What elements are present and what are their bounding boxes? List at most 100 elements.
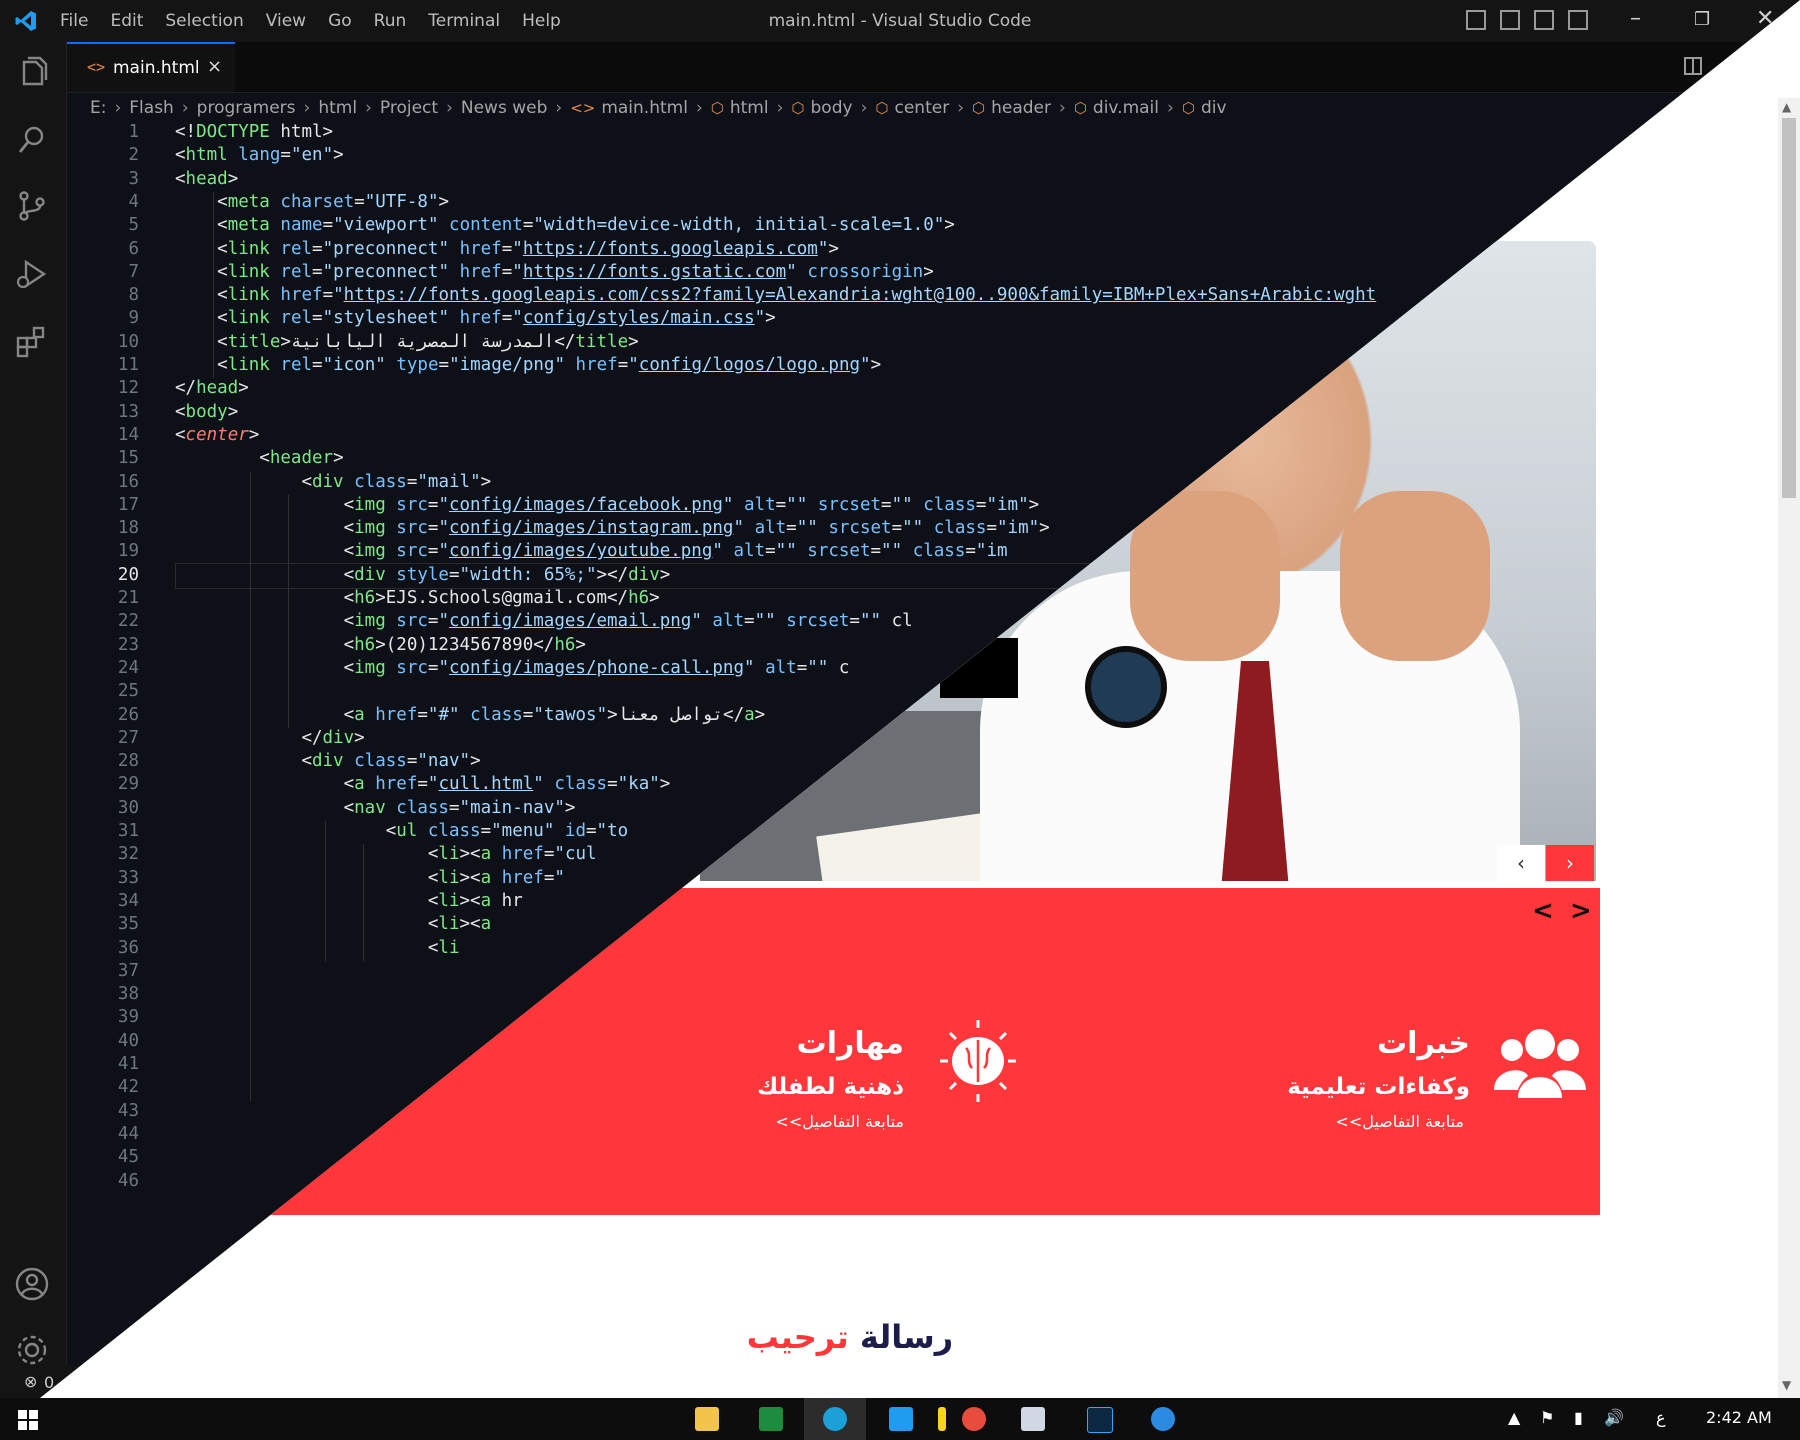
taskbar-sticky-notes[interactable]	[938, 1398, 1000, 1440]
feature-1-link[interactable]: متابعة التفاصيل>>	[1335, 1112, 1464, 1131]
run-debug-icon[interactable]	[14, 256, 50, 292]
code-line[interactable]: <img src="config/images/instagram.png" a…	[175, 518, 1050, 538]
code-line[interactable]: <body>	[175, 402, 238, 422]
toggle-panel-icon[interactable]	[1500, 10, 1520, 30]
breadcrumb-item[interactable]: header	[991, 98, 1051, 118]
breadcrumb-item[interactable]: div	[1201, 98, 1227, 118]
page-scrollbar[interactable]: ▲ ▼	[1778, 98, 1800, 1398]
hero-prev-button[interactable]: ‹	[1497, 845, 1545, 881]
menu-help[interactable]: Help	[522, 11, 561, 31]
start-windows-icon[interactable]	[18, 1410, 38, 1430]
code-line[interactable]: <link rel="icon" type="image/png" href="…	[175, 355, 881, 375]
code-line[interactable]: </div>	[175, 728, 364, 748]
code-line[interactable]: <!DOCTYPE html>	[175, 122, 333, 142]
breadcrumb-item[interactable]: programers	[197, 98, 296, 118]
code-line[interactable]: <li><a hr	[175, 891, 523, 911]
taskbar-photoshop[interactable]	[1068, 1398, 1130, 1440]
feature-2-link[interactable]: متابعة التفاصيل>>	[775, 1112, 904, 1131]
breadcrumb-item[interactable]: main.html	[601, 98, 688, 118]
input-language[interactable]: ع	[1656, 1408, 1666, 1427]
volume-icon[interactable]: 🔊	[1604, 1408, 1624, 1427]
layout-controls	[1466, 10, 1588, 30]
features-next-button[interactable]: >	[1570, 896, 1592, 926]
users-icon	[1494, 1029, 1586, 1098]
code-line[interactable]: <div class="mail">	[175, 472, 491, 492]
breadcrumb-item[interactable]: body	[811, 98, 853, 118]
explorer-icon[interactable]	[14, 56, 50, 92]
restore-icon[interactable]: ❐	[1694, 9, 1710, 30]
menu-go[interactable]: Go	[328, 11, 352, 31]
code-line[interactable]: <a href="#" class="tawos">تواصل معنا</a>	[175, 705, 766, 725]
code-line[interactable]: <meta charset="UTF-8">	[175, 192, 449, 212]
menu-terminal[interactable]: Terminal	[428, 11, 500, 31]
code-line[interactable]: <img src="config/images/phone-call.png" …	[175, 658, 850, 678]
breadcrumb-item[interactable]: div.mail	[1093, 98, 1159, 118]
code-line[interactable]: <li><a	[175, 914, 491, 934]
breadcrumb-item[interactable]: Flash	[129, 98, 174, 118]
taskbar-vscode[interactable]	[870, 1398, 932, 1440]
toggle-secondary-sidebar-icon[interactable]	[1534, 10, 1554, 30]
taskbar-edge[interactable]	[804, 1398, 866, 1440]
code-line[interactable]: <html lang="en">	[175, 145, 344, 165]
breadcrumb-item[interactable]: News web	[461, 98, 548, 118]
code-line[interactable]: <li><a href="cul	[175, 844, 597, 864]
code-line[interactable]: <nav class="main-nav">	[175, 798, 576, 818]
show-hidden-icons-icon[interactable]: ▲	[1508, 1408, 1520, 1427]
scroll-down-icon[interactable]: ▼	[1782, 1378, 1791, 1392]
scroll-thumb[interactable]	[1782, 118, 1796, 498]
clock-time[interactable]: 2:42 AM	[1706, 1408, 1772, 1427]
code-line[interactable]: <div class="nav">	[175, 751, 480, 771]
code-line[interactable]: <li	[175, 938, 460, 958]
line-number: 34	[117, 890, 139, 911]
source-control-icon[interactable]	[14, 188, 50, 224]
menu-file[interactable]: File	[60, 11, 88, 31]
flag-icon[interactable]: ⚑	[1540, 1408, 1554, 1427]
hero-next-button[interactable]: ›	[1546, 845, 1594, 881]
code-line[interactable]: <meta name="viewport" content="width=dev…	[175, 215, 955, 235]
taskbar-internet-explorer[interactable]	[1132, 1398, 1194, 1440]
errors-icon[interactable]: ⊗	[24, 1372, 37, 1391]
breadcrumb-item[interactable]: center	[894, 98, 949, 118]
close-tab-icon[interactable]: ×	[207, 56, 222, 77]
code-line[interactable]: <title>المدرسة المصرية اليابانية</title>	[175, 332, 639, 352]
code-line[interactable]: <header>	[175, 448, 343, 468]
breadcrumb-item[interactable]: E:	[90, 98, 106, 118]
code-line[interactable]: <center>	[175, 425, 259, 445]
code-line[interactable]: </head>	[175, 378, 249, 398]
code-line[interactable]: <link rel="preconnect" href="https://fon…	[175, 262, 934, 282]
breadcrumb-item[interactable]: html	[318, 98, 357, 118]
code-line[interactable]: <link rel="stylesheet" href="config/styl…	[175, 308, 776, 328]
taskbar-notepad[interactable]	[1002, 1398, 1064, 1440]
code-line[interactable]: <h6>(20)1234567890</h6>	[175, 635, 586, 655]
taskbar-file-explorer[interactable]	[676, 1398, 738, 1440]
breadcrumb-item[interactable]: html	[730, 98, 769, 118]
breadcrumb-item[interactable]: Project	[380, 98, 438, 118]
extensions-icon[interactable]	[14, 324, 50, 360]
customize-layout-icon[interactable]	[1568, 10, 1588, 30]
settings-gear-icon[interactable]	[14, 1332, 50, 1368]
code-line[interactable]: <ul class="menu" id="to	[175, 821, 628, 841]
taskbar-excel[interactable]	[740, 1398, 802, 1440]
menu-selection[interactable]: Selection	[165, 11, 243, 31]
code-line[interactable]: <li><a href="	[175, 868, 565, 888]
open-preview-icon[interactable]	[1683, 56, 1705, 78]
network-icon[interactable]: ▮	[1574, 1408, 1583, 1427]
code-line[interactable]: <link href="https://fonts.googleapis.com…	[175, 285, 1376, 305]
menu-run[interactable]: Run	[374, 11, 407, 31]
code-line[interactable]: <img src="config/images/youtube.png" alt…	[175, 541, 1008, 561]
code-line[interactable]: <h6>EJS.Schools@gmail.com</h6>	[175, 588, 660, 608]
accounts-icon[interactable]	[14, 1266, 50, 1302]
code-line[interactable]: <img src="config/images/facebook.png" al…	[175, 495, 1040, 515]
search-icon[interactable]	[14, 122, 50, 158]
tab-main-html[interactable]: <> main.html ×	[67, 42, 235, 92]
features-prev-button[interactable]: <	[1532, 896, 1554, 926]
menu-edit[interactable]: Edit	[110, 11, 143, 31]
code-line[interactable]: <img src="config/images/email.png" alt="…	[175, 611, 913, 631]
code-line[interactable]: <head>	[175, 169, 238, 189]
minimize-icon[interactable]: –	[1630, 6, 1641, 31]
toggle-primary-sidebar-icon[interactable]	[1466, 10, 1486, 30]
welcome-part-1: رسالة	[859, 1318, 954, 1356]
menu-view[interactable]: View	[266, 11, 306, 31]
scroll-up-icon[interactable]: ▲	[1782, 100, 1791, 114]
code-line[interactable]: <link rel="preconnect" href="https://fon…	[175, 239, 839, 259]
